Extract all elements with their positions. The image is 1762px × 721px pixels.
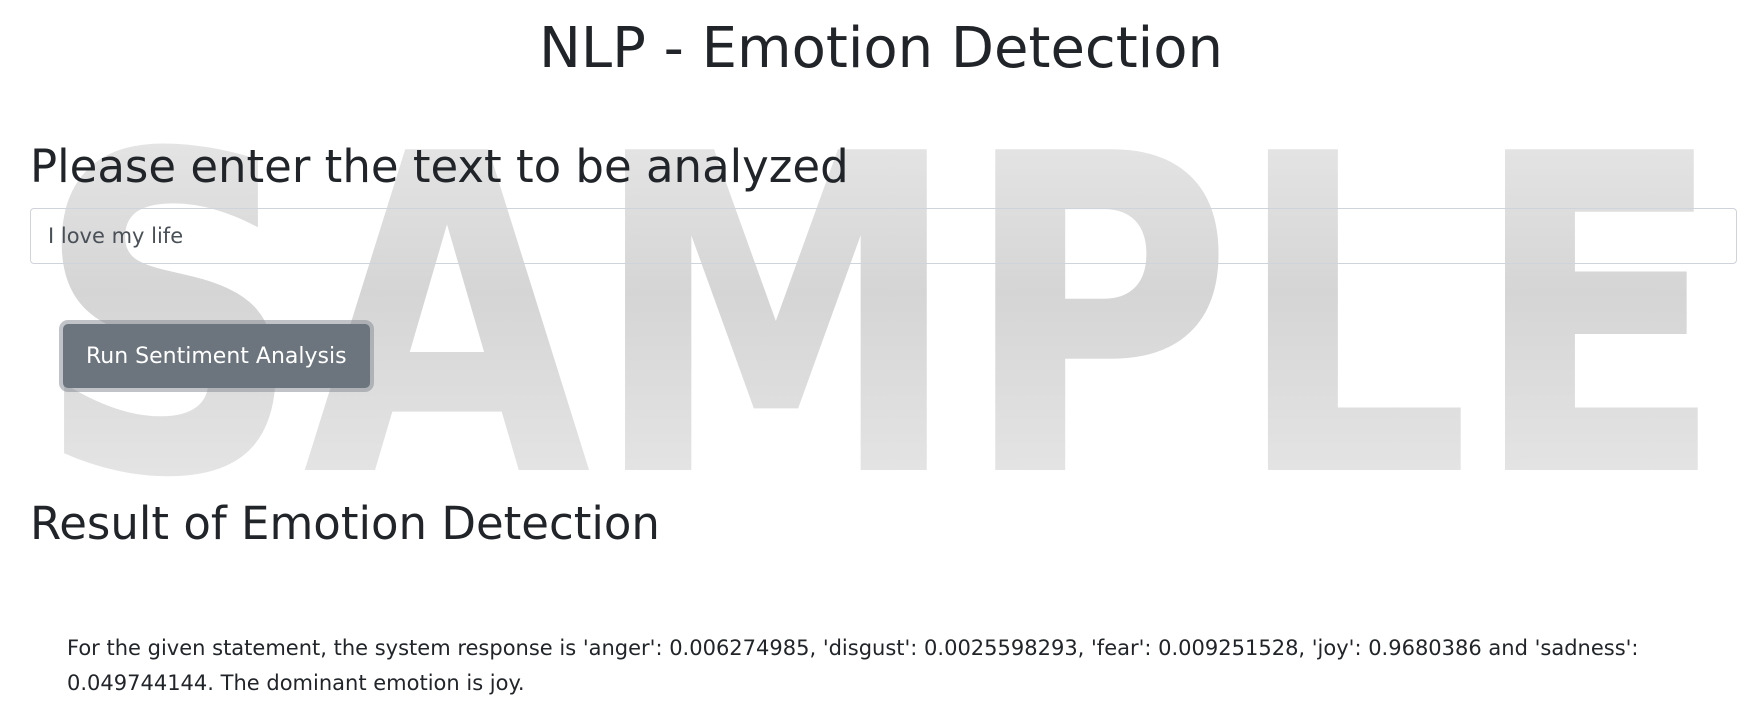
result-heading: Result of Emotion Detection [30,497,660,550]
app-page: SAMPLE NLP - Emotion Detection Please en… [0,0,1762,721]
text-to-analyze-input[interactable] [30,208,1737,264]
run-sentiment-analysis-button[interactable]: Run Sentiment Analysis [63,324,370,388]
result-text: For the given statement, the system resp… [67,636,1639,695]
page-title: NLP - Emotion Detection [539,16,1223,81]
input-heading: Please enter the text to be analyzed [30,140,849,193]
